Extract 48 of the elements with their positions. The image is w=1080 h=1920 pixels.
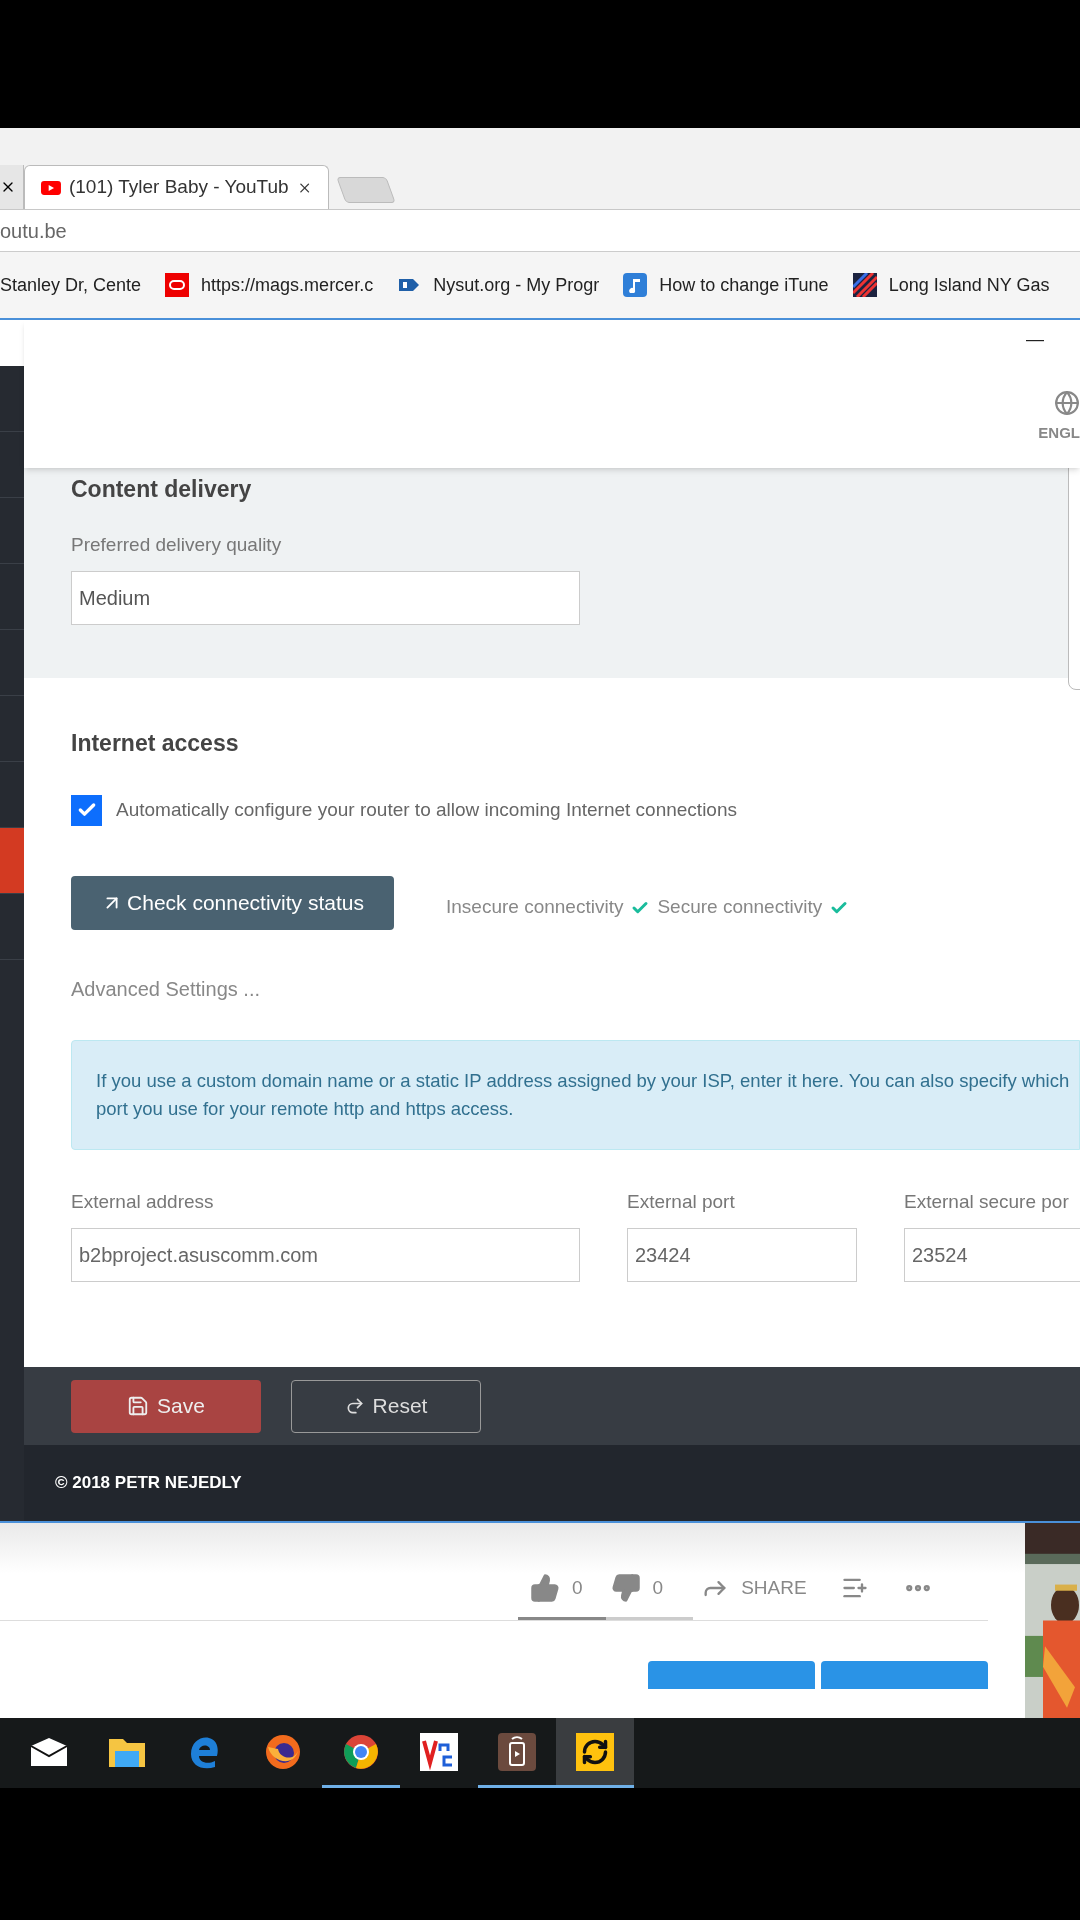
reset-button[interactable]: Reset: [291, 1379, 481, 1433]
browser-tab[interactable]: (101) Tyler Baby - YouTub: [24, 165, 329, 209]
section-title: Internet access: [71, 729, 240, 758]
save-button[interactable]: Save: [71, 1379, 261, 1433]
advanced-settings-link[interactable]: Advanced Settings ...: [71, 973, 1080, 1004]
sync-icon: [576, 1732, 614, 1771]
share-button[interactable]: SHARE: [701, 1573, 807, 1603]
info-alert: If you use a custom domain name or a static IP address assigned by your ISP, enter it here. You can also specify which port you use for your remote http and https access.: [71, 1039, 1080, 1150]
field-label: External secure por: [904, 1189, 1070, 1214]
checkbox[interactable]: [71, 794, 102, 826]
music-note-icon: [623, 273, 648, 297]
play-logo-icon: [41, 178, 61, 197]
firefox-icon: [264, 1732, 302, 1771]
stripes-icon: [852, 273, 877, 297]
field-label: External address: [71, 1189, 215, 1214]
dislike-count: 0: [652, 1575, 664, 1600]
remote-icon: [498, 1732, 536, 1771]
text-field[interactable]: 23424: [627, 1228, 857, 1282]
text-field[interactable]: 23524: [904, 1228, 1080, 1282]
field-label: External port: [627, 1189, 736, 1214]
status-label: Secure connectivity: [657, 895, 823, 920]
thumbs-down-icon[interactable]: [610, 1573, 641, 1603]
bookmark[interactable]: https://mags.mercer.c: [165, 271, 374, 299]
chrome-icon: [342, 1732, 380, 1771]
check-connectivity-button[interactable]: Check connectivity status: [71, 875, 394, 930]
globe-icon[interactable]: [1054, 390, 1080, 416]
checkbox-label: Automatically configure your router to allow incoming Internet connections: [116, 797, 737, 822]
quality-field[interactable]: Medium: [71, 571, 580, 625]
minimize-button[interactable]: —: [1026, 326, 1044, 353]
tab-title: (101) Tyler Baby - YouTub: [68, 175, 289, 200]
taskbar-button[interactable]: [556, 1718, 634, 1788]
bookmark[interactable]: Nysut.org - My Progr: [397, 271, 600, 299]
mail-icon: [29, 1735, 69, 1768]
status-label: Insecure connectivity: [446, 895, 624, 920]
bookmark[interactable]: Long Island NY Gas: [852, 271, 1050, 299]
thumbs-up-icon[interactable]: [530, 1573, 560, 1603]
copyright-text: © 2018 PETR NEJEDLY: [55, 1472, 242, 1495]
bookmark[interactable]: Stanley Dr, Cente: [0, 271, 142, 299]
text-field[interactable]: b2bproject.asuscomm.com: [71, 1228, 580, 1282]
bookmark[interactable]: How to change iTune: [623, 271, 829, 299]
address-field[interactable]: outu.be: [0, 215, 67, 246]
section-title: Content delivery: [71, 475, 253, 504]
ring-icon: [165, 273, 190, 297]
field-label: Preferred delivery quality: [71, 532, 283, 557]
tag-icon: [397, 277, 422, 293]
vnc-icon: [420, 1732, 458, 1771]
like-count: 0: [572, 1575, 583, 1600]
language-label[interactable]: ENGL: [1038, 422, 1080, 445]
